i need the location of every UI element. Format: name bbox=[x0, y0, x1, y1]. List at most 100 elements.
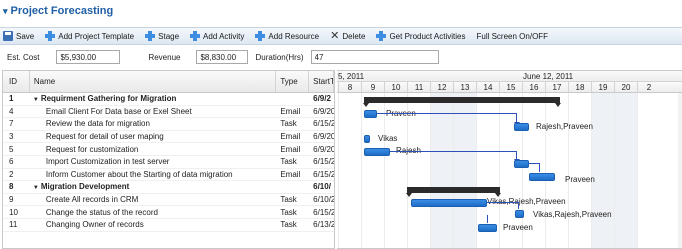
save-button[interactable]: Save bbox=[3, 31, 34, 41]
cell-name: Email Client For Data base or Exel Sheet bbox=[30, 107, 276, 116]
delete-label: Delete bbox=[342, 31, 366, 41]
cell-start: 6/15/2 bbox=[313, 119, 334, 129]
full-screen-label: Full Screen On/OFF bbox=[476, 31, 549, 41]
expand-arrow-icon[interactable]: ▼ bbox=[33, 185, 39, 191]
delete-button[interactable]: ✕ Delete bbox=[330, 31, 366, 42]
task-name: Create All records in CRM bbox=[45, 195, 139, 205]
column-header-id[interactable]: ID bbox=[3, 71, 30, 92]
revenue-label: Revenue bbox=[148, 52, 181, 62]
day-header: 17 bbox=[545, 82, 568, 93]
collapse-arrow-icon[interactable]: ▾ bbox=[3, 6, 8, 16]
column-header-name[interactable]: Name bbox=[30, 71, 277, 92]
summary-bar[interactable] bbox=[406, 187, 501, 197]
cell-type: Task bbox=[280, 195, 297, 205]
full-screen-button[interactable]: Full Screen On/OFF bbox=[476, 32, 548, 41]
task-name: Request for detail of user maping bbox=[45, 132, 164, 142]
revenue-field[interactable] bbox=[196, 50, 249, 64]
task-name: Change the status of the record bbox=[45, 207, 158, 217]
dependency-line bbox=[377, 113, 516, 114]
cell-type: Email bbox=[280, 106, 301, 116]
column-header-start[interactable]: StartTi bbox=[309, 71, 334, 92]
duration-field[interactable] bbox=[310, 50, 439, 64]
task-bar[interactable] bbox=[411, 199, 487, 207]
task-name: Inform Customer about the Starting of da… bbox=[45, 169, 233, 179]
plus-icon bbox=[45, 31, 56, 41]
cell-id: 2 bbox=[9, 169, 14, 179]
page-title-text: Project Forecasting bbox=[10, 5, 114, 17]
day-column bbox=[568, 93, 591, 248]
cell-name: Import Customization in test server bbox=[30, 157, 276, 166]
table-row[interactable]: 5 Request for customization Email 6/9/20 bbox=[3, 143, 334, 156]
table-row[interactable]: 9 Create All records in CRM Task 6/10/2 bbox=[3, 194, 334, 207]
dependency-line bbox=[539, 163, 540, 172]
day-column bbox=[545, 93, 568, 248]
cell-name: Create All records in CRM bbox=[30, 195, 276, 204]
dependency-line bbox=[529, 163, 539, 164]
cell-name: Request for detail of user maping bbox=[30, 132, 276, 141]
save-label: Save bbox=[16, 31, 35, 41]
table-row[interactable]: 8 ▼ Migration Development 6/10/ bbox=[3, 181, 334, 194]
est-cost-field[interactable] bbox=[56, 50, 121, 64]
task-name: Changing Owner of records bbox=[45, 220, 144, 230]
dependency-line bbox=[487, 215, 488, 223]
cell-start: 6/15/2 bbox=[313, 169, 334, 179]
task-grid: ID Name Type StartTi 1▼Requirment Gather… bbox=[2, 70, 335, 249]
task-bar[interactable] bbox=[364, 135, 370, 143]
add-activity-button[interactable]: Add Activity bbox=[190, 31, 244, 41]
resource-label: Praveen bbox=[503, 223, 533, 232]
grid-body: 1 ▼ Requirment Gathering for Migration 6/9/… bbox=[3, 93, 334, 232]
column-header-type[interactable]: Type bbox=[276, 71, 310, 92]
cell-type: Task bbox=[280, 157, 297, 167]
day-column bbox=[430, 93, 453, 248]
cell-start: 6/10/2 bbox=[313, 195, 334, 205]
day-column bbox=[637, 93, 660, 248]
table-row[interactable]: 11 Changing Owner of records Task 6/13/2 bbox=[3, 219, 334, 232]
table-row[interactable]: 6 Import Customization in test server Task… bbox=[3, 156, 334, 169]
cell-id: 9 bbox=[9, 195, 14, 205]
expand-arrow-icon[interactable]: ▼ bbox=[33, 97, 39, 103]
cell-start: 6/15/2 bbox=[313, 157, 334, 167]
dependency-line bbox=[518, 202, 519, 209]
save-icon bbox=[3, 31, 13, 41]
gantt-week-header: 5, 2011 June 12, 2011 bbox=[337, 71, 682, 82]
task-name: Import Customization in test server bbox=[45, 157, 170, 167]
add-resource-button[interactable]: Add Resource bbox=[255, 31, 319, 41]
add-project-template-button[interactable]: Add Project Template bbox=[45, 31, 134, 41]
resource-label: Praveen bbox=[565, 175, 595, 184]
task-bar[interactable] bbox=[364, 148, 390, 156]
cell-start: 6/9/20 bbox=[313, 106, 334, 116]
task-bar[interactable] bbox=[515, 210, 524, 218]
task-bar[interactable] bbox=[514, 123, 529, 131]
table-row[interactable]: 4 Email Client For Data base or Exel Shee… bbox=[3, 106, 334, 119]
resource-label: Rajesh,Praveen bbox=[536, 122, 593, 131]
table-row[interactable]: 7 Review the data for migration Task 6/15/2 bbox=[3, 118, 334, 131]
day-header: 20 bbox=[614, 82, 637, 93]
get-product-activities-button[interactable]: Get Product Activities bbox=[376, 31, 465, 41]
task-bar[interactable] bbox=[364, 110, 377, 118]
add-resource-label: Add Resource bbox=[268, 31, 320, 41]
day-header: 12 bbox=[430, 82, 453, 93]
task-name: Email Client For Data base or Exel Sheet bbox=[45, 106, 192, 116]
task-bar[interactable] bbox=[529, 173, 555, 181]
table-row[interactable]: 2 Inform Customer about the Starting of d… bbox=[3, 169, 334, 182]
cell-type: Email bbox=[280, 144, 301, 154]
table-row[interactable]: 3 Request for detail of user maping Email 6… bbox=[3, 131, 334, 144]
cell-name: Change the status of the record bbox=[30, 208, 276, 217]
cell-start: 6/9/20 bbox=[313, 132, 334, 142]
cell-id: 7 bbox=[9, 119, 14, 129]
task-bar[interactable] bbox=[478, 224, 497, 232]
stage-button[interactable]: Stage bbox=[145, 31, 179, 41]
table-row[interactable]: 10 Change the status of the record Task 6/1… bbox=[3, 206, 334, 219]
vertical-scrollbar[interactable] bbox=[678, 93, 682, 248]
plus-icon bbox=[190, 31, 201, 41]
task-bar[interactable] bbox=[514, 160, 529, 168]
day-column bbox=[453, 93, 476, 248]
cell-name: Changing Owner of records bbox=[30, 220, 276, 229]
stage-label: Stage bbox=[158, 31, 180, 41]
dependency-line bbox=[487, 202, 518, 203]
cell-id: 6 bbox=[9, 157, 14, 167]
table-row[interactable]: 1 ▼ Requirment Gathering for Migration 6/9/… bbox=[3, 93, 334, 106]
cell-id: 3 bbox=[9, 132, 14, 142]
task-name: Migration Development bbox=[40, 182, 130, 192]
summary-bar[interactable] bbox=[363, 97, 561, 107]
